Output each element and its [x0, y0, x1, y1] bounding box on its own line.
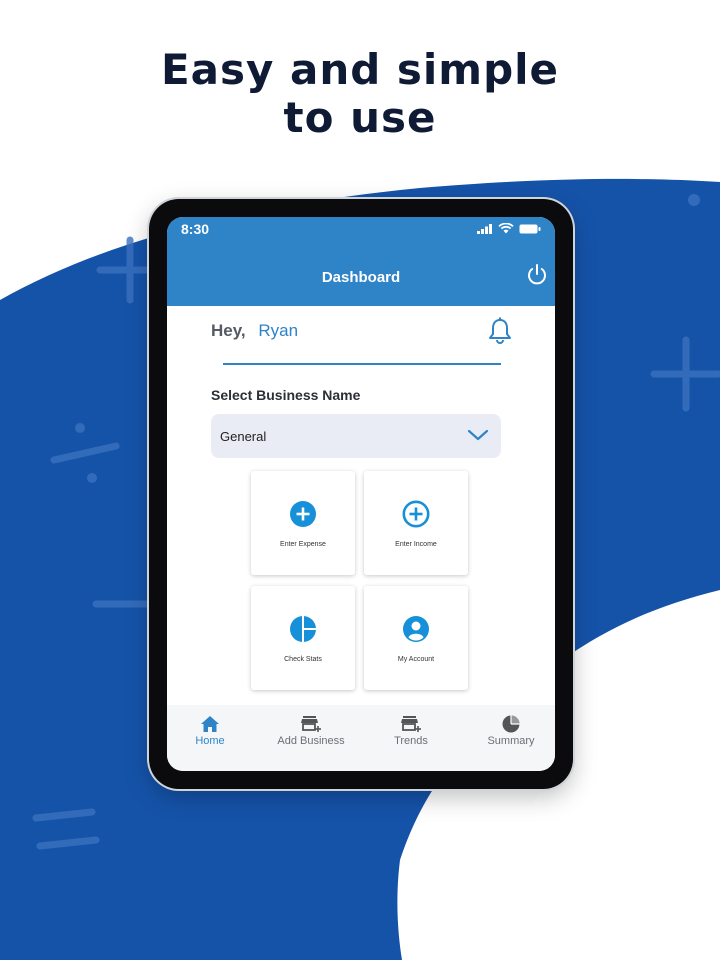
- headline: Easy and simple to use: [0, 46, 720, 142]
- business-select-value: General: [220, 429, 267, 444]
- greeting-name: Ryan: [258, 321, 299, 340]
- nav-label: Add Business: [277, 735, 345, 747]
- bottom-nav: Home Add Business Trends Summary: [167, 705, 555, 771]
- tile-label: My Account: [397, 656, 435, 663]
- greeting-divider: [223, 363, 501, 365]
- business-select[interactable]: General: [211, 414, 501, 458]
- pie-chart-icon: [290, 616, 316, 642]
- headline-line-1: Easy and simple: [160, 45, 560, 94]
- tile-label: Check Stats: [284, 656, 322, 663]
- greeting: Hey, Ryan: [211, 321, 298, 341]
- pie-chart-icon: [502, 715, 520, 733]
- enter-income-tile[interactable]: Enter Income: [364, 471, 468, 575]
- tile-label: Enter Income: [395, 541, 437, 548]
- nav-trends[interactable]: Trends: [363, 715, 459, 747]
- nav-label: Trends: [394, 735, 428, 747]
- page-title: Dashboard: [321, 269, 401, 286]
- bell-icon[interactable]: [487, 317, 513, 345]
- nav-summary[interactable]: Summary: [463, 715, 555, 747]
- wifi-icon: [498, 223, 514, 234]
- my-account-tile[interactable]: My Account: [364, 586, 468, 690]
- plus-circle-outline-icon: [402, 500, 430, 528]
- status-time: 8:30: [181, 221, 210, 237]
- nav-label: Summary: [487, 735, 535, 747]
- app-screen: 8:30 Dashboard Hey, Ryan Select Business…: [167, 217, 555, 771]
- nav-add-business[interactable]: Add Business: [263, 715, 359, 747]
- check-stats-tile[interactable]: Check Stats: [251, 586, 355, 690]
- headline-line-2: to use: [283, 93, 437, 142]
- chevron-down-icon: [467, 429, 489, 441]
- signal-icon: [477, 223, 492, 234]
- plus-circle-filled-icon: [290, 501, 316, 527]
- nav-label: Home: [195, 735, 225, 747]
- enter-expense-tile[interactable]: Enter Expense: [251, 471, 355, 575]
- account-icon: [403, 616, 429, 642]
- power-icon[interactable]: [525, 263, 549, 287]
- home-icon: [201, 716, 219, 732]
- battery-icon: [519, 224, 541, 233]
- tile-label: Enter Expense: [280, 541, 326, 548]
- store-add-icon: [401, 716, 421, 732]
- store-add-icon: [301, 716, 321, 732]
- app-header: 8:30 Dashboard: [167, 217, 555, 306]
- tablet-frame: 8:30 Dashboard Hey, Ryan Select Business…: [149, 199, 573, 789]
- nav-home[interactable]: Home: [167, 715, 258, 747]
- greeting-hey: Hey,: [211, 321, 246, 340]
- select-business-label: Select Business Name: [211, 387, 361, 403]
- status-icons: [477, 223, 541, 234]
